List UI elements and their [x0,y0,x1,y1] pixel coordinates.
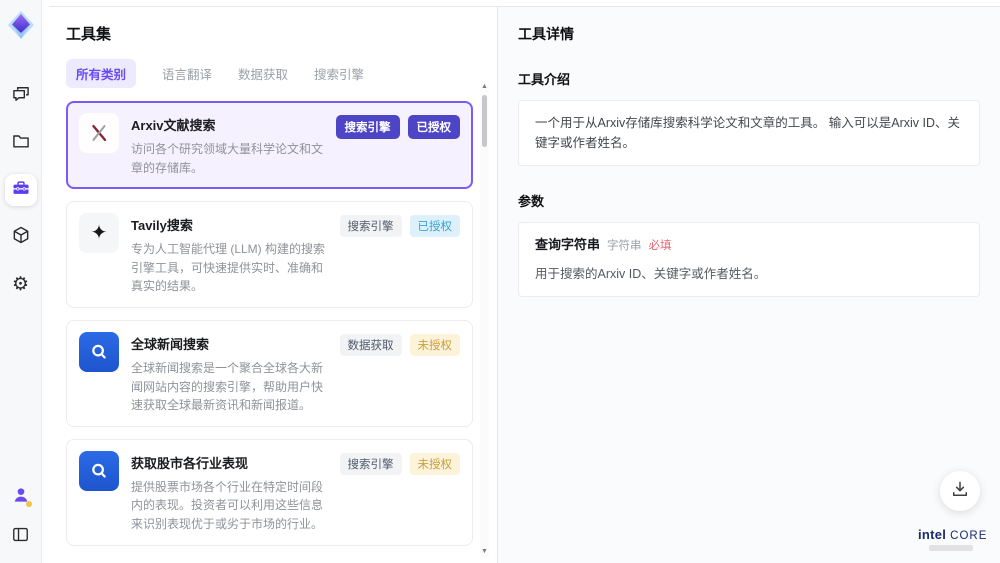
auth-status-badge: 已授权 [409,215,460,238]
tavily-star-icon: ✦ [79,213,119,254]
tool-badges: 搜索引擎 未授权 [339,451,460,534]
gear-icon: ⚙ [11,273,30,295]
tools-pane: 工具集 所有类别 语言翻译 数据获取 搜索引擎 Arxiv文献搜索 访问各个研究领域大量… [42,7,498,563]
category-badge: 数据获取 [339,333,402,356]
tool-card-2[interactable]: 全球新闻搜索全球新闻搜索是一个聚合全球各大新闻网站内容的搜索引擎，帮助用户快速获… [66,319,473,427]
intro-box: 一个用于从Arxiv存储库搜索科学论文和文章的工具。 输入可以是Arxiv ID… [518,100,980,166]
tool-card-body: Arxiv文献搜索访问各个研究领域大量科学论文和文章的存储库。 [131,113,324,177]
arxiv-icon [79,113,119,153]
download-button[interactable] [940,471,980,511]
param-description: 用于搜索的Arxiv ID、关键字或作者姓名。 [535,266,767,281]
param-box: 查询字符串 字符串 必填 用于搜索的Arxiv ID、关键字或作者姓名。 [518,222,980,297]
scrollbar-thumb[interactable] [482,95,487,147]
brand-word-intel: intel [918,527,947,542]
brand-watermark [929,545,973,551]
param-name: 查询字符串 [535,237,601,252]
left-rail: ⚙ [0,0,42,563]
app-logo[interactable] [6,10,36,40]
panel-toggle-icon [11,525,30,549]
tab-3[interactable]: 搜索引擎 [314,64,364,83]
tool-badges: 搜索引擎 已授权 [335,113,460,177]
tool-card-body: Tavily搜索专为人工智能代理 (LLM) 构建的搜索引擎工具，可快速提供实时… [131,213,328,296]
tool-description: 访问各个研究领域大量科学论文和文章的存储库。 [131,142,324,175]
rail-nav: ⚙ [4,80,37,300]
rail-bottom [5,481,37,553]
tool-description: 全球新闻搜索是一个聚合全球各大新闻网站内容的搜索引擎，帮助用户快速获取全球最新资… [131,360,324,413]
tool-description: 专为人工智能代理 (LLM) 构建的搜索引擎工具，可快速提供实时、准确和真实的结… [131,242,326,294]
blue-search-icon [79,331,119,372]
sidebar-item-chat[interactable] [5,80,37,112]
collapse-panel-button[interactable] [5,521,37,553]
download-icon [950,479,970,504]
scroll-up-arrow[interactable]: ▲ [480,83,489,90]
category-tabs: 所有类别 语言翻译 数据获取 搜索引擎 [66,59,479,88]
sidebar-item-cube[interactable] [5,221,37,253]
sidebar-item-tools[interactable] [4,174,37,206]
detail-pane: 工具详情 工具介绍 一个用于从Arxiv存储库搜索科学论文和文章的工具。 输入可… [498,7,1000,563]
brand-word-core: CORE [950,530,988,542]
param-type: 字符串 [607,240,642,252]
tool-card-1[interactable]: ✦ Tavily搜索专为人工智能代理 (LLM) 构建的搜索引擎工具，可快速提供实… [66,201,473,308]
tool-description: 提供股票市场各个行业在特定时间段内的表现。投资者可以利用这些信息来识别表现优于或… [131,479,324,531]
page-title: 工具集 [66,26,112,43]
intro-text: 一个用于从Arxiv存储库搜索科学论文和文章的工具。 输入可以是Arxiv ID… [535,116,961,150]
tool-name: Arxiv文献搜索 [131,118,216,133]
tool-card-0[interactable]: Arxiv文献搜索访问各个研究领域大量科学论文和文章的存储库。 搜索引擎 已授权 [66,101,473,190]
cube-icon [11,225,31,250]
folder-icon [11,131,31,156]
sidebar-item-settings[interactable]: ⚙ [5,268,37,300]
category-badge: 搜索引擎 [339,215,402,238]
sidebar-item-folder[interactable] [5,127,37,159]
tool-card-3[interactable]: 获取股市各行业表现提供股票市场各个行业在特定时间段内的表现。投资者可以利用这些信… [66,438,473,546]
params-heading: 参数 [518,194,545,209]
tool-card-body: 全球新闻搜索全球新闻搜索是一个聚合全球各大新闻网站内容的搜索引擎，帮助用户快速获… [131,332,328,415]
user-avatar[interactable] [5,481,37,513]
param-required-badge: 必填 [648,240,672,252]
tool-badges: 搜索引擎 已授权 [339,213,460,296]
blue-search-icon [79,450,119,491]
auth-status-badge: 未授权 [409,452,460,475]
category-badge: 搜索引擎 [339,452,402,475]
scroll-down-arrow[interactable]: ▼ [480,548,489,555]
tab-1[interactable]: 语言翻译 [162,64,212,83]
scrollbar[interactable]: ▲ ▼ [480,81,489,557]
status-dot [25,501,32,507]
chat-icon [11,84,31,109]
auth-status-badge: 未授权 [409,333,460,356]
tool-list: Arxiv文献搜索 访问各个研究领域大量科学论文和文章的存储库。 搜索引擎 已授权 ✦ T… [66,101,479,553]
param-header: 查询字符串 字符串 必填 [535,235,963,256]
tool-badges: 数据获取 未授权 [339,332,460,415]
tool-card-body: 获取股市各行业表现提供股票市场各个行业在特定时间段内的表现。投资者可以利用这些信… [131,451,328,534]
tool-name: 获取股市各行业表现 [131,455,249,471]
tab-0[interactable]: 所有类别 [66,59,137,88]
intro-heading: 工具介绍 [518,72,571,87]
tool-name: Tavily搜索 [131,218,193,234]
category-badge: 搜索引擎 [335,115,400,139]
auth-status-badge: 已授权 [407,115,460,139]
toolbox-icon [11,178,31,203]
tool-name: 全球新闻搜索 [131,336,210,352]
detail-title: 工具详情 [518,26,574,42]
intel-core-logo: intel CORE [918,527,988,551]
content-shell: 工具集 所有类别 语言翻译 数据获取 搜索引擎 Arxiv文献搜索 访问各个研究领域大量… [42,6,1000,563]
tab-2[interactable]: 数据获取 [238,64,288,83]
